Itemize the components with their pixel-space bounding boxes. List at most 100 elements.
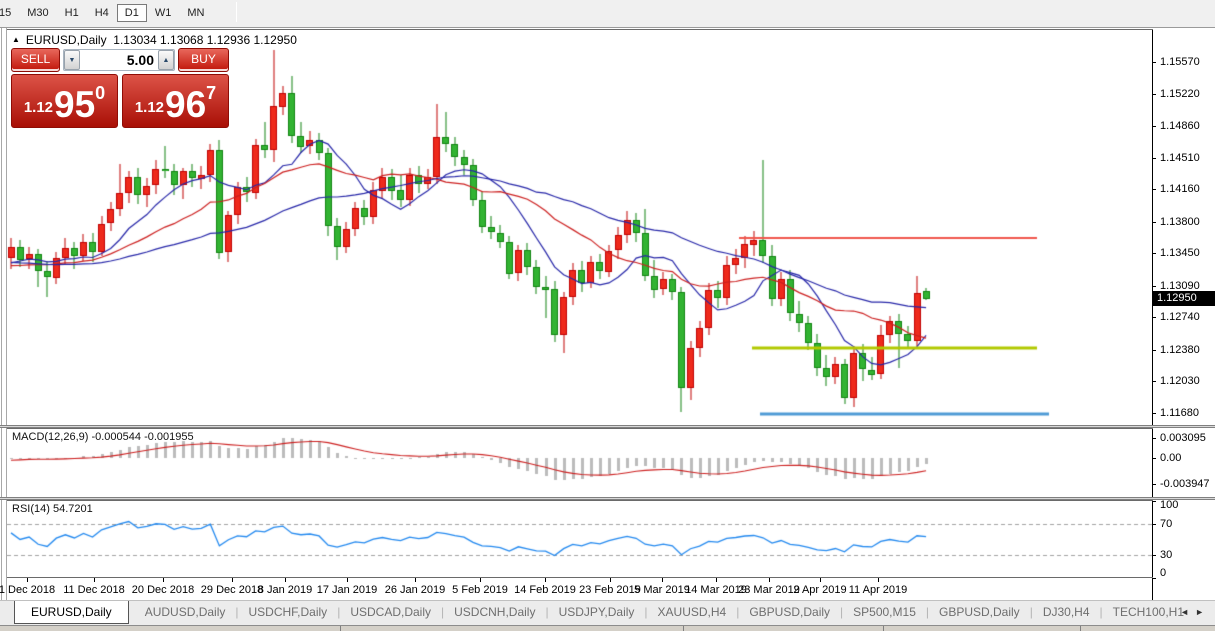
tf-button-h4[interactable]: H4 — [87, 4, 117, 22]
sell-price-button[interactable]: 1.12 95 0 — [11, 74, 118, 128]
panel-column-edge — [340, 626, 341, 631]
date-tick — [716, 578, 717, 582]
panel-column-edge — [883, 626, 884, 631]
tf-button-mn[interactable]: MN — [179, 4, 212, 22]
chart-tab-bar: EURUSD,DailyAUDUSD,Daily|USDCHF,Daily|US… — [0, 600, 1215, 625]
tab-scroll-right-icon[interactable]: ► — [1195, 607, 1210, 617]
price-tick-label: 1.15220 — [1160, 88, 1200, 100]
tab-audusd-daily[interactable]: AUDUSD,Daily — [135, 601, 236, 619]
tab-usdchf-daily[interactable]: USDCHF,Daily — [239, 601, 338, 619]
rsi-tick-label: 0 — [1160, 567, 1166, 579]
tf-button-d1[interactable]: D1 — [117, 4, 147, 22]
docked-panel-edge[interactable] — [0, 625, 1215, 631]
macd-tick — [1152, 458, 1156, 459]
ohlc-low: 1.12936 — [207, 33, 250, 47]
volume-input[interactable] — [80, 50, 158, 70]
price-tick — [1152, 189, 1156, 190]
tab-eurusd-daily[interactable]: EURUSD,Daily — [14, 601, 129, 624]
date-tick-label: 23 Mar 2019 — [738, 584, 800, 596]
date-tick-label: 5 Mar 2019 — [634, 584, 690, 596]
date-tick-label: 29 Dec 2018 — [201, 584, 263, 596]
chart-symbol-period: EURUSD,Daily — [26, 33, 107, 47]
rsi-tick — [1152, 501, 1156, 502]
price-tick-label: 1.12030 — [1160, 375, 1200, 387]
tab-gbpusd-daily[interactable]: GBPUSD,Daily — [739, 601, 840, 619]
sell-price-big: 95 — [54, 90, 95, 120]
tab-xauusd-h4[interactable]: XAUUSD,H4 — [648, 601, 737, 619]
timeframe-buttons: 15M30H1H4D1W1MN — [0, 3, 212, 20]
tab-scroll-arrows: ◄► — [1180, 607, 1210, 617]
volume-increase-button[interactable]: ▲ — [158, 50, 174, 70]
price-tick — [1152, 126, 1156, 127]
buy-button[interactable]: BUY — [178, 48, 229, 72]
sell-price-pip: 0 — [95, 86, 105, 100]
tab-usdcad-daily[interactable]: USDCAD,Daily — [340, 601, 441, 619]
price-tick — [1152, 286, 1156, 287]
price-tick — [1152, 350, 1156, 351]
window-left-edge — [1, 28, 2, 600]
price-tick — [1152, 317, 1156, 318]
chart-window: ▲ EURUSD,Daily 1.13034 1.13068 1.12936 1.… — [0, 28, 1215, 600]
date-tick-label: 20 Dec 2018 — [132, 584, 194, 596]
tf-button-w1[interactable]: W1 — [147, 4, 180, 22]
rsi-indicator-canvas[interactable] — [7, 501, 1152, 577]
price-tick-label: 1.14860 — [1160, 120, 1200, 132]
tab-usdcnh-daily[interactable]: USDCNH,Daily — [444, 601, 545, 619]
price-tick — [1152, 413, 1156, 414]
tab-sp500-m15[interactable]: SP500,M15 — [843, 601, 926, 619]
date-tick — [820, 578, 821, 582]
macd-label: MACD(12,26,9) -0.000544 -0.001955 — [12, 431, 194, 443]
volume-decrease-button[interactable]: ▼ — [64, 50, 80, 70]
date-tick — [163, 578, 164, 582]
price-tick-label: 1.13450 — [1160, 247, 1200, 259]
price-tick — [1152, 253, 1156, 254]
price-tick — [1152, 94, 1156, 95]
price-tick-label: 1.11680 — [1160, 407, 1199, 419]
buy-price-button[interactable]: 1.12 96 7 — [122, 74, 229, 128]
date-tick — [285, 578, 286, 582]
price-tick-label: 1.13090 — [1160, 280, 1200, 292]
macd-tick-label: 0.003095 — [1160, 432, 1206, 444]
date-tick — [415, 578, 416, 582]
panel-column-edge — [1080, 626, 1081, 631]
current-price-tag: 1.12950 — [1152, 291, 1215, 306]
collapse-triangle-icon[interactable]: ▲ — [12, 35, 20, 44]
ohlc-open: 1.13034 — [113, 33, 156, 47]
date-tick-label: 23 Feb 2019 — [579, 584, 641, 596]
date-axis-border — [7, 577, 1153, 578]
chart-title-row: ▲EURUSD,Daily 1.13034 1.13068 1.12936 1.… — [12, 33, 297, 47]
date-tick — [610, 578, 611, 582]
date-tick — [769, 578, 770, 582]
date-tick — [94, 578, 95, 582]
price-tick-label: 1.12740 — [1160, 311, 1200, 323]
tab-scroll-left-icon[interactable]: ◄ — [1180, 607, 1195, 617]
buy-price-prefix: 1.12 — [135, 99, 164, 116]
sell-button[interactable]: SELL — [11, 48, 60, 72]
tf-button-h1[interactable]: H1 — [57, 4, 87, 22]
chart-tabs: EURUSD,DailyAUDUSD,Daily|USDCHF,Daily|US… — [0, 603, 1194, 620]
date-tick-label: 26 Jan 2019 — [385, 584, 446, 596]
tab-gbpusd-daily[interactable]: GBPUSD,Daily — [929, 601, 1030, 619]
ohlc-high: 1.13068 — [160, 33, 203, 47]
tf-button-15[interactable]: 15 — [0, 4, 19, 22]
tf-button-m30[interactable]: M30 — [19, 4, 56, 22]
macd-tick-label: 0.00 — [1160, 452, 1181, 464]
rsi-tick-label: 70 — [1160, 518, 1172, 530]
rsi-tick — [1152, 578, 1156, 579]
date-tick — [662, 578, 663, 582]
date-tick — [878, 578, 879, 582]
mt4-terminal: 15M30H1H4D1W1MN ▲ EURUSD,Daily 1.13034 1.… — [0, 0, 1215, 631]
tab-dj30-h4[interactable]: DJ30,H4 — [1033, 601, 1100, 619]
toolbar-separator — [236, 2, 237, 22]
rsi-pane-top-border — [7, 500, 1153, 501]
tab-usdjpy-daily[interactable]: USDJPY,Daily — [549, 601, 645, 619]
buy-price-big: 96 — [165, 90, 206, 120]
date-tick-label: 17 Jan 2019 — [317, 584, 378, 596]
rsi-tick — [1152, 555, 1156, 556]
one-click-trading-panel: SELL ▼ ▲ BUY 1.12 95 0 1.12 96 7 — [11, 48, 229, 128]
price-tick — [1152, 62, 1156, 63]
price-tick-label: 1.14160 — [1160, 183, 1200, 195]
rsi-tick — [1152, 524, 1156, 525]
volume-stepper: ▼ ▲ — [63, 49, 175, 71]
price-tick — [1152, 381, 1156, 382]
